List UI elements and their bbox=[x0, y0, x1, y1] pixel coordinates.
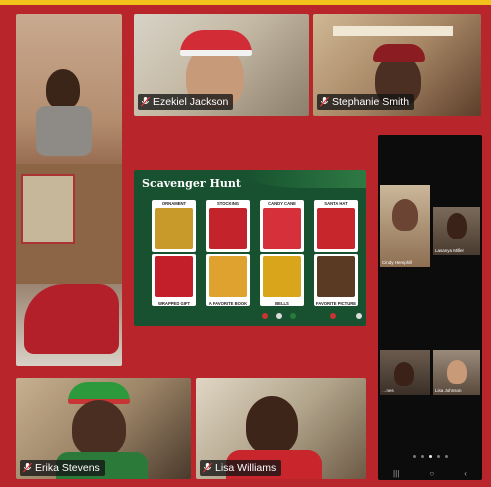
phone-video-tile-3[interactable]: …nes bbox=[380, 350, 430, 395]
page-dot[interactable] bbox=[412, 455, 416, 458]
gift-bag bbox=[21, 174, 75, 244]
video-tile-boy[interactable] bbox=[16, 14, 122, 366]
slide-title: Scavenger Hunt bbox=[142, 177, 241, 190]
phone-video-tile-lisa-johnson[interactable]: Lisa Johnson bbox=[433, 350, 480, 395]
scavenger-item-card: WRAPPED GIFT bbox=[152, 254, 196, 306]
phone-gallery-view[interactable]: Cindy Hemphill Lasanya Miller …nes Lisa … bbox=[378, 135, 482, 480]
ornament-decoration bbox=[356, 313, 362, 319]
scavenger-item-label: STOCKING bbox=[216, 201, 240, 206]
page-dot[interactable] bbox=[436, 455, 440, 458]
nametag-lisa: Lisa Williams bbox=[200, 460, 282, 476]
scavenger-item-image bbox=[155, 256, 193, 297]
mic-muted-icon bbox=[320, 97, 329, 107]
recent-apps-icon[interactable]: ||| bbox=[393, 469, 399, 478]
scavenger-item-label: FAVORITE PICTURE bbox=[315, 300, 357, 306]
page-dot[interactable] bbox=[428, 455, 432, 458]
scavenger-item-label: SANTA HAT bbox=[324, 201, 348, 206]
santa-hat bbox=[180, 30, 252, 56]
home-icon[interactable]: ○ bbox=[429, 469, 434, 478]
participant-video bbox=[394, 362, 414, 386]
scavenger-item-image bbox=[317, 208, 355, 249]
mic-muted-icon bbox=[203, 463, 212, 473]
participant-name: …nes bbox=[382, 388, 394, 393]
page-dot[interactable] bbox=[420, 455, 424, 458]
participant-video bbox=[392, 199, 418, 231]
nametag-ezekiel: Ezekiel Jackson bbox=[138, 94, 234, 110]
participant-name: Ezekiel Jackson bbox=[153, 96, 229, 108]
mic-muted-icon bbox=[141, 97, 150, 107]
ornament-decoration bbox=[262, 313, 268, 319]
slide-decoration bbox=[244, 170, 366, 188]
video-tile-stephanie[interactable]: Stephanie Smith bbox=[313, 14, 481, 116]
santa-hat-object bbox=[24, 284, 119, 354]
scavenger-item-image bbox=[209, 256, 247, 297]
nametag-stephanie: Stephanie Smith bbox=[317, 94, 415, 110]
participant-shirt bbox=[36, 106, 92, 156]
scavenger-item-card: SANTA HAT bbox=[314, 200, 358, 252]
nametag-erika: Erika Stevens bbox=[20, 460, 105, 476]
participant-video-boy bbox=[46, 69, 80, 109]
scavenger-item-image bbox=[263, 208, 301, 249]
participant-name: Lisa Williams bbox=[215, 462, 277, 474]
participant-name: Stephanie Smith bbox=[332, 96, 410, 108]
ornament-decoration bbox=[330, 313, 336, 319]
reindeer-hat bbox=[373, 44, 425, 62]
scavenger-item-card: BELLS bbox=[260, 254, 304, 306]
ornament-decoration bbox=[276, 313, 282, 319]
video-tile-lisa[interactable]: Lisa Williams bbox=[196, 378, 366, 479]
scavenger-item-image bbox=[317, 256, 355, 297]
participant-video bbox=[246, 396, 298, 454]
participant-video bbox=[447, 213, 467, 239]
phone-video-tile-lasanya[interactable]: Lasanya Miller bbox=[433, 207, 480, 255]
scavenger-item-card: STOCKING bbox=[206, 200, 250, 252]
scavenger-item-image bbox=[155, 208, 193, 249]
scavenger-item-image bbox=[263, 256, 301, 297]
scavenger-item-label: BELLS bbox=[275, 300, 289, 306]
video-tile-ezekiel[interactable]: Ezekiel Jackson bbox=[134, 14, 309, 116]
participant-video bbox=[72, 400, 126, 456]
phone-video-tile-cindy[interactable]: Cindy Hemphill bbox=[380, 185, 430, 267]
page-indicator[interactable] bbox=[378, 455, 482, 458]
scavenger-item-card: A FAVORITE BOOK bbox=[206, 254, 250, 306]
scavenger-item-label: A FAVORITE BOOK bbox=[208, 300, 248, 306]
scavenger-item-card: ORNAMENT bbox=[152, 200, 196, 252]
video-tile-erika[interactable]: Erika Stevens bbox=[16, 378, 191, 479]
participant-name: Lisa Johnson bbox=[435, 388, 462, 393]
shared-screen-slide[interactable]: Scavenger Hunt ORNAMENT STOCKING CANDY CAN… bbox=[134, 170, 366, 326]
participant-name: Cindy Hemphill bbox=[382, 260, 413, 265]
participant-name: Lasanya Miller bbox=[435, 248, 465, 253]
scavenger-item-image bbox=[209, 208, 247, 249]
top-accent-bar bbox=[0, 0, 491, 5]
participant-name: Erika Stevens bbox=[35, 462, 100, 474]
participant-video bbox=[447, 360, 467, 384]
scavenger-item-card: CANDY CANE bbox=[260, 200, 304, 252]
scavenger-item-label: WRAPPED GIFT bbox=[157, 300, 191, 306]
ornament-decoration bbox=[290, 313, 296, 319]
fireplace-mantel bbox=[333, 26, 453, 36]
back-icon[interactable]: ‹ bbox=[464, 469, 467, 478]
scavenger-item-label: ORNAMENT bbox=[161, 201, 187, 206]
scavenger-item-card: FAVORITE PICTURE bbox=[314, 254, 358, 306]
page-dot[interactable] bbox=[444, 455, 448, 458]
scavenger-item-label: CANDY CANE bbox=[268, 201, 296, 206]
mic-muted-icon bbox=[23, 463, 32, 473]
android-nav-bar: ||| ○ ‹ bbox=[378, 466, 482, 480]
